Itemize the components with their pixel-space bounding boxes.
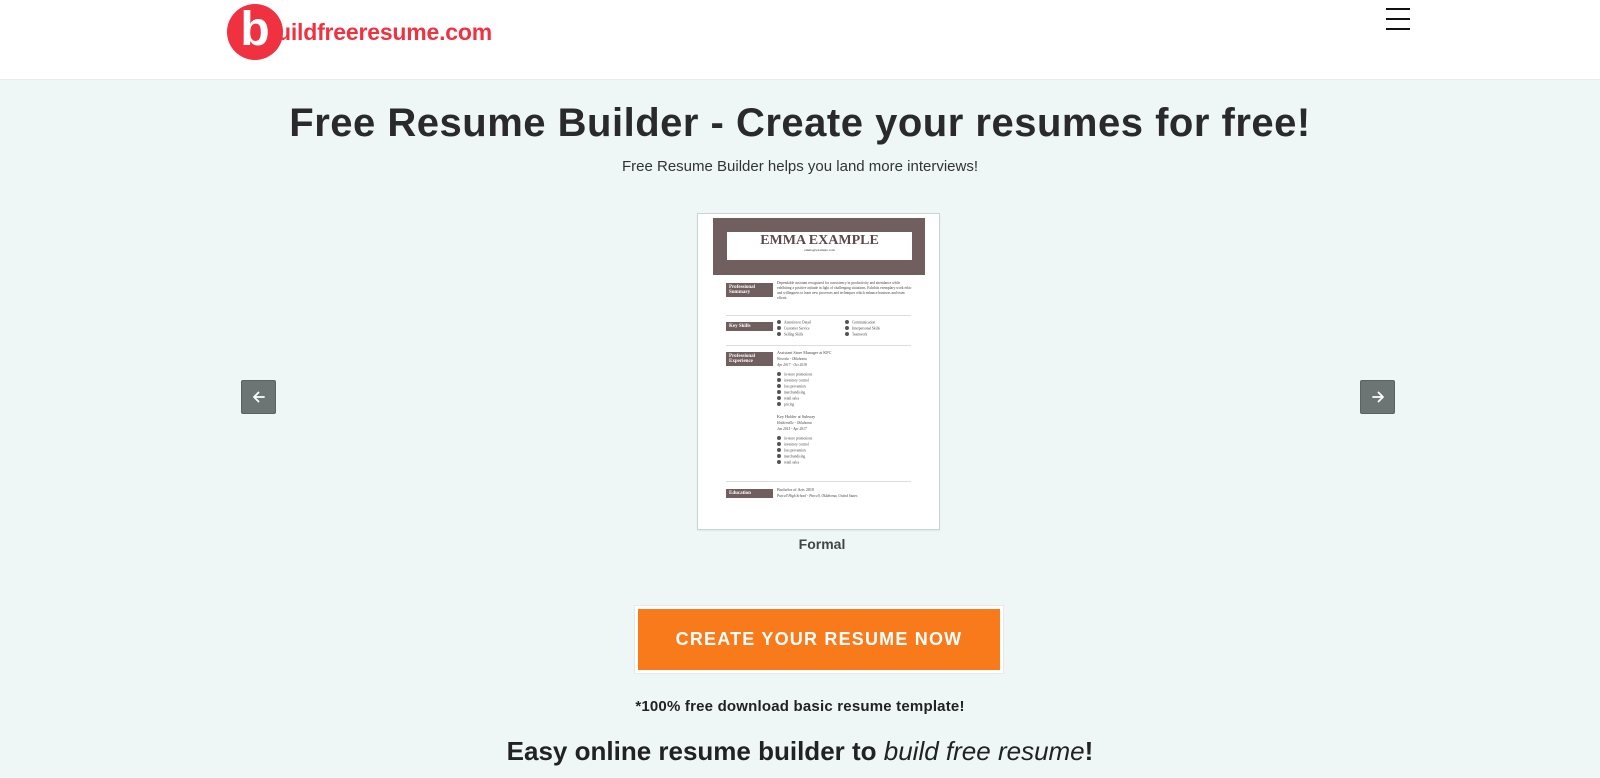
resume-skills-left: Attention to Detail Customer Service Sel…: [777, 320, 811, 338]
resume-summary: Dependable assistant recognized for cons…: [777, 281, 912, 300]
resume-email: emma@example.com: [804, 248, 835, 252]
resume-section-label: Key Skills: [726, 322, 773, 331]
job-title: Key Holder at Subway: [777, 414, 816, 419]
site-header: b uildfreeresume.com: [0, 0, 1600, 80]
resume-divider: [726, 315, 911, 316]
resume-name-box: EMMA EXAMPLE emma@example.com: [727, 232, 912, 260]
degree: Bachelor of Arts 2010: [777, 487, 815, 492]
duty-item: retail sales: [777, 460, 812, 466]
resume-name: EMMA EXAMPLE: [760, 233, 879, 248]
resume-header-band: EMMA EXAMPLE emma@example.com: [713, 218, 925, 275]
carousel-prev-button[interactable]: [241, 380, 276, 414]
school: Purcell High School - Purcell, Oklahoma,…: [777, 494, 858, 498]
hamburger-menu-icon[interactable]: [1385, 6, 1411, 32]
site-logo[interactable]: b uildfreeresume.com: [227, 4, 492, 60]
menu-bar: [1386, 28, 1410, 30]
menu-bar: [1386, 18, 1410, 20]
resume-divider: [726, 481, 911, 482]
resume-section-label: Professional Summary: [726, 283, 773, 297]
logo-mark: b: [227, 4, 283, 60]
job-duties: in-store promotions inventory control lo…: [777, 372, 812, 408]
job-duties: in-store promotions inventory control lo…: [777, 436, 812, 466]
resume-job: Assistant Store Manager at KFC Wewoka - …: [777, 350, 831, 368]
job-title: Assistant Store Manager at KFC: [777, 350, 832, 355]
create-resume-button[interactable]: CREATE YOUR RESUME NOW: [635, 606, 1003, 673]
skill-item: Selling Skills: [777, 332, 811, 338]
resume-divider: [726, 345, 911, 346]
template-name-caption: Formal: [798, 536, 846, 552]
duty-item: pricing: [777, 402, 812, 408]
resume-skills-right: Communication Interpersonal Skills Teamw…: [845, 320, 880, 338]
skill-item: Teamwork: [845, 332, 880, 338]
heading-suffix: !: [1084, 736, 1094, 766]
logo-wordmark: uildfreeresume.com: [277, 18, 492, 45]
page-subtitle: Free Resume Builder helps you land more …: [622, 158, 978, 175]
resume-section-label: Professional Experience: [726, 352, 773, 366]
heading-emphasis: build free resume: [883, 736, 1085, 766]
carousel-next-button[interactable]: [1360, 380, 1395, 414]
job-dates: Jan 2015 - Apr 2017: [777, 427, 807, 431]
resume-job: Key Holder at Subway Holdenville - Oklah…: [777, 414, 815, 432]
arrow-left-icon: [252, 391, 265, 403]
job-dates: Apr 2017 - Oct 2018: [777, 363, 807, 367]
resume-section-label: Education: [726, 489, 773, 498]
resume-template-preview[interactable]: EMMA EXAMPLE emma@example.com Profession…: [697, 213, 940, 530]
free-download-note: *100% free download basic resume templat…: [635, 698, 965, 715]
heading-text: Easy online resume builder to: [506, 736, 884, 766]
menu-bar: [1386, 8, 1410, 10]
arrow-right-icon: [1371, 391, 1384, 403]
page-title: Free Resume Builder - Create your resume…: [289, 101, 1311, 145]
section-heading: Easy online resume builder to build free…: [0, 736, 1600, 767]
resume-education: Bachelor of Arts 2010 Purcell High Schoo…: [777, 487, 857, 499]
